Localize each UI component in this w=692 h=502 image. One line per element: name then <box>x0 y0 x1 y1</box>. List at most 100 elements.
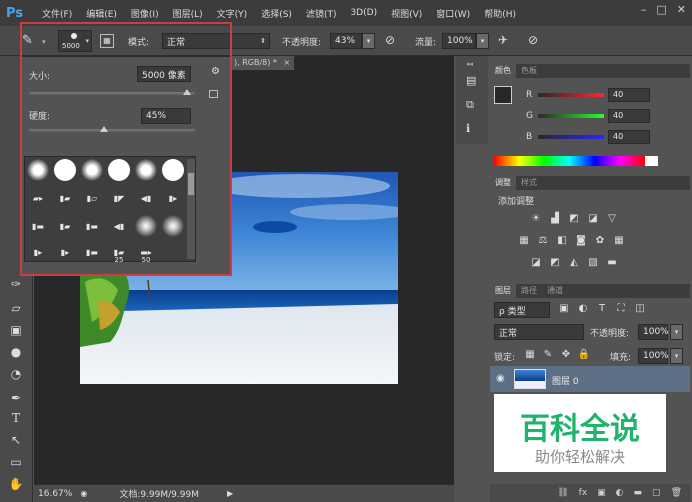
eraser-tool-icon[interactable]: ▱ <box>8 300 24 316</box>
curves-icon[interactable]: ◩ <box>568 212 580 224</box>
tab-swatches[interactable]: 色板 <box>516 64 542 78</box>
posterize-icon[interactable]: ◩ <box>549 256 561 268</box>
menu-type[interactable]: 文字(Y) <box>217 7 248 20</box>
status-arrow-icon[interactable]: ▶ <box>227 489 233 498</box>
tab-styles[interactable]: 样式 <box>516 176 542 190</box>
link-layers-icon[interactable]: ⛓ <box>557 488 568 498</box>
brush-preset[interactable]: ▮▸ <box>25 239 51 265</box>
brush-preset[interactable] <box>25 157 51 183</box>
channel-r-slider[interactable] <box>538 93 604 97</box>
menu-help[interactable]: 帮助(H) <box>484 7 516 20</box>
brightness-icon[interactable]: ☀ <box>530 212 542 224</box>
hue-saturation-icon[interactable]: ▦ <box>518 234 530 246</box>
menu-edit[interactable]: 编辑(E) <box>86 7 117 20</box>
levels-icon[interactable]: ▟ <box>549 212 561 224</box>
brush-preset[interactable]: ◀▮ <box>106 213 132 239</box>
hardness-slider-track[interactable] <box>29 129 195 132</box>
type-filter-icon[interactable]: T <box>596 302 608 314</box>
gradient-map-icon[interactable]: ▬ <box>606 256 618 268</box>
channel-b-slider[interactable] <box>538 135 604 139</box>
pressure-opacity-icon[interactable]: ⊘ <box>385 33 401 49</box>
menu-view[interactable]: 视图(V) <box>391 7 422 20</box>
rectangle-tool-icon[interactable]: ▭ <box>8 454 24 470</box>
brush-preset[interactable] <box>106 157 132 183</box>
brush-preset-picker[interactable]: 5000 ▾ <box>58 30 92 52</box>
brush-preset[interactable] <box>52 157 78 183</box>
brush-preset[interactable] <box>133 157 159 183</box>
zoom-level[interactable]: 16.67% <box>38 489 72 499</box>
brush-preset[interactable] <box>79 157 105 183</box>
new-group-icon[interactable]: ▬ <box>634 488 643 498</box>
color-lookup-icon[interactable]: ▦ <box>613 234 625 246</box>
history-icon[interactable]: ▤ <box>466 74 476 87</box>
trash-icon[interactable]: 🗑 <box>671 488 682 498</box>
add-mask-icon[interactable]: ▣ <box>597 488 606 498</box>
info-icon[interactable]: ℹ <box>466 122 470 135</box>
hand-tool-icon[interactable]: ✋ <box>8 476 24 492</box>
photo-filter-icon[interactable]: ◙ <box>575 234 587 246</box>
invert-icon[interactable]: ◪ <box>530 256 542 268</box>
lock-all-icon[interactable]: 🔒 <box>578 348 590 360</box>
blend-mode-select[interactable]: 正常 <box>494 324 584 340</box>
opacity-dropdown-button[interactable]: ▾ <box>362 33 375 49</box>
menu-layer[interactable]: 图层(L) <box>173 7 203 20</box>
exposure-icon[interactable]: ◪ <box>587 212 599 224</box>
status-info-icon[interactable]: ◉ <box>80 489 87 498</box>
close-button[interactable]: ✕ <box>677 3 686 16</box>
mode-select[interactable]: 正常 ⬍ <box>162 33 270 49</box>
gear-icon[interactable]: ⚙ <box>211 66 220 77</box>
brush-preset[interactable]: ▮▬ <box>25 213 51 239</box>
smudge-tool-icon[interactable]: ✑ <box>8 276 24 292</box>
channel-g-slider[interactable] <box>538 114 604 118</box>
size-input[interactable]: 5000 像素 <box>137 66 191 82</box>
dodge-tool-icon[interactable]: ◔ <box>8 366 24 382</box>
adjustment-filter-icon[interactable]: ◐ <box>577 302 589 314</box>
brush-preset-grid[interactable]: ▰▸ ▮▰ ▮▱ ▮◤ ◀▮ ▮▸ ▮▬ ▮▰ ▮▬ ◀▮ ▮▸ ▮▸ ▮▬ ▮… <box>24 156 196 265</box>
eye-icon[interactable]: ◉ <box>496 373 505 384</box>
brush-preset[interactable]: ▮▰ <box>52 185 78 211</box>
airbrush-icon[interactable]: ✈ <box>498 33 514 49</box>
tab-color[interactable]: 颜色 <box>490 64 516 78</box>
pixel-filter-icon[interactable]: ▣ <box>558 302 570 314</box>
layer-filter-select[interactable]: ρ 类型 <box>494 302 550 318</box>
tool-preset-chevron-icon[interactable]: ▾ <box>42 38 46 46</box>
brush-preset[interactable]: ▮▸ <box>160 185 186 211</box>
tab-layers[interactable]: 图层 <box>490 284 516 298</box>
properties-icon[interactable]: ⧉ <box>466 98 474 112</box>
type-tool-icon[interactable]: T <box>8 410 24 426</box>
menu-select[interactable]: 选择(S) <box>261 7 292 20</box>
menu-window[interactable]: 窗口(W) <box>436 7 470 20</box>
channel-g-input[interactable]: 40 <box>608 109 650 123</box>
black-white-icon[interactable]: ◧ <box>556 234 568 246</box>
blur-tool-icon[interactable]: ● <box>8 344 24 360</box>
brush-preset[interactable]: ▮◤ <box>106 185 132 211</box>
layer-name[interactable]: 图层 0 <box>552 374 579 387</box>
threshold-icon[interactable]: ◭ <box>568 256 580 268</box>
pressure-size-icon[interactable]: ⊘ <box>528 33 544 49</box>
layer-opacity-dropdown[interactable]: ▾ <box>670 324 683 340</box>
menu-image[interactable]: 图像(I) <box>131 7 159 20</box>
lock-paint-icon[interactable]: ✎ <box>542 348 554 360</box>
new-layer-icon[interactable]: ▢ <box>652 488 661 498</box>
brush-panel-toggle-icon[interactable]: ▦ <box>100 34 114 48</box>
channel-mixer-icon[interactable]: ✿ <box>594 234 606 246</box>
tab-paths[interactable]: 路径 <box>516 284 542 298</box>
brush-preset[interactable]: ▮▱ <box>79 185 105 211</box>
hardness-input[interactable]: 45% <box>141 108 191 124</box>
brush-preset[interactable] <box>133 213 159 239</box>
collapse-icon[interactable]: ◂◂ <box>466 60 473 68</box>
menu-file[interactable]: 文件(F) <box>42 7 72 20</box>
size-slider-thumb[interactable] <box>182 89 191 95</box>
brush-preset[interactable]: ◀▮ <box>133 185 159 211</box>
maximize-button[interactable]: □ <box>656 3 666 16</box>
new-preset-icon[interactable] <box>209 90 218 98</box>
flow-input[interactable]: 100% <box>442 33 476 49</box>
menu-3d[interactable]: 3D(D) <box>350 8 377 18</box>
pen-tool-icon[interactable]: ✒ <box>8 390 24 406</box>
brush-preset[interactable]: ▮▬ <box>79 213 105 239</box>
lock-pixels-icon[interactable]: ▦ <box>524 348 536 360</box>
menu-filter[interactable]: 滤镜(T) <box>306 7 337 20</box>
tab-channels[interactable]: 通道 <box>542 284 568 298</box>
fill-input[interactable]: 100% <box>638 348 669 364</box>
gradient-tool-icon[interactable]: ▣ <box>8 322 24 338</box>
